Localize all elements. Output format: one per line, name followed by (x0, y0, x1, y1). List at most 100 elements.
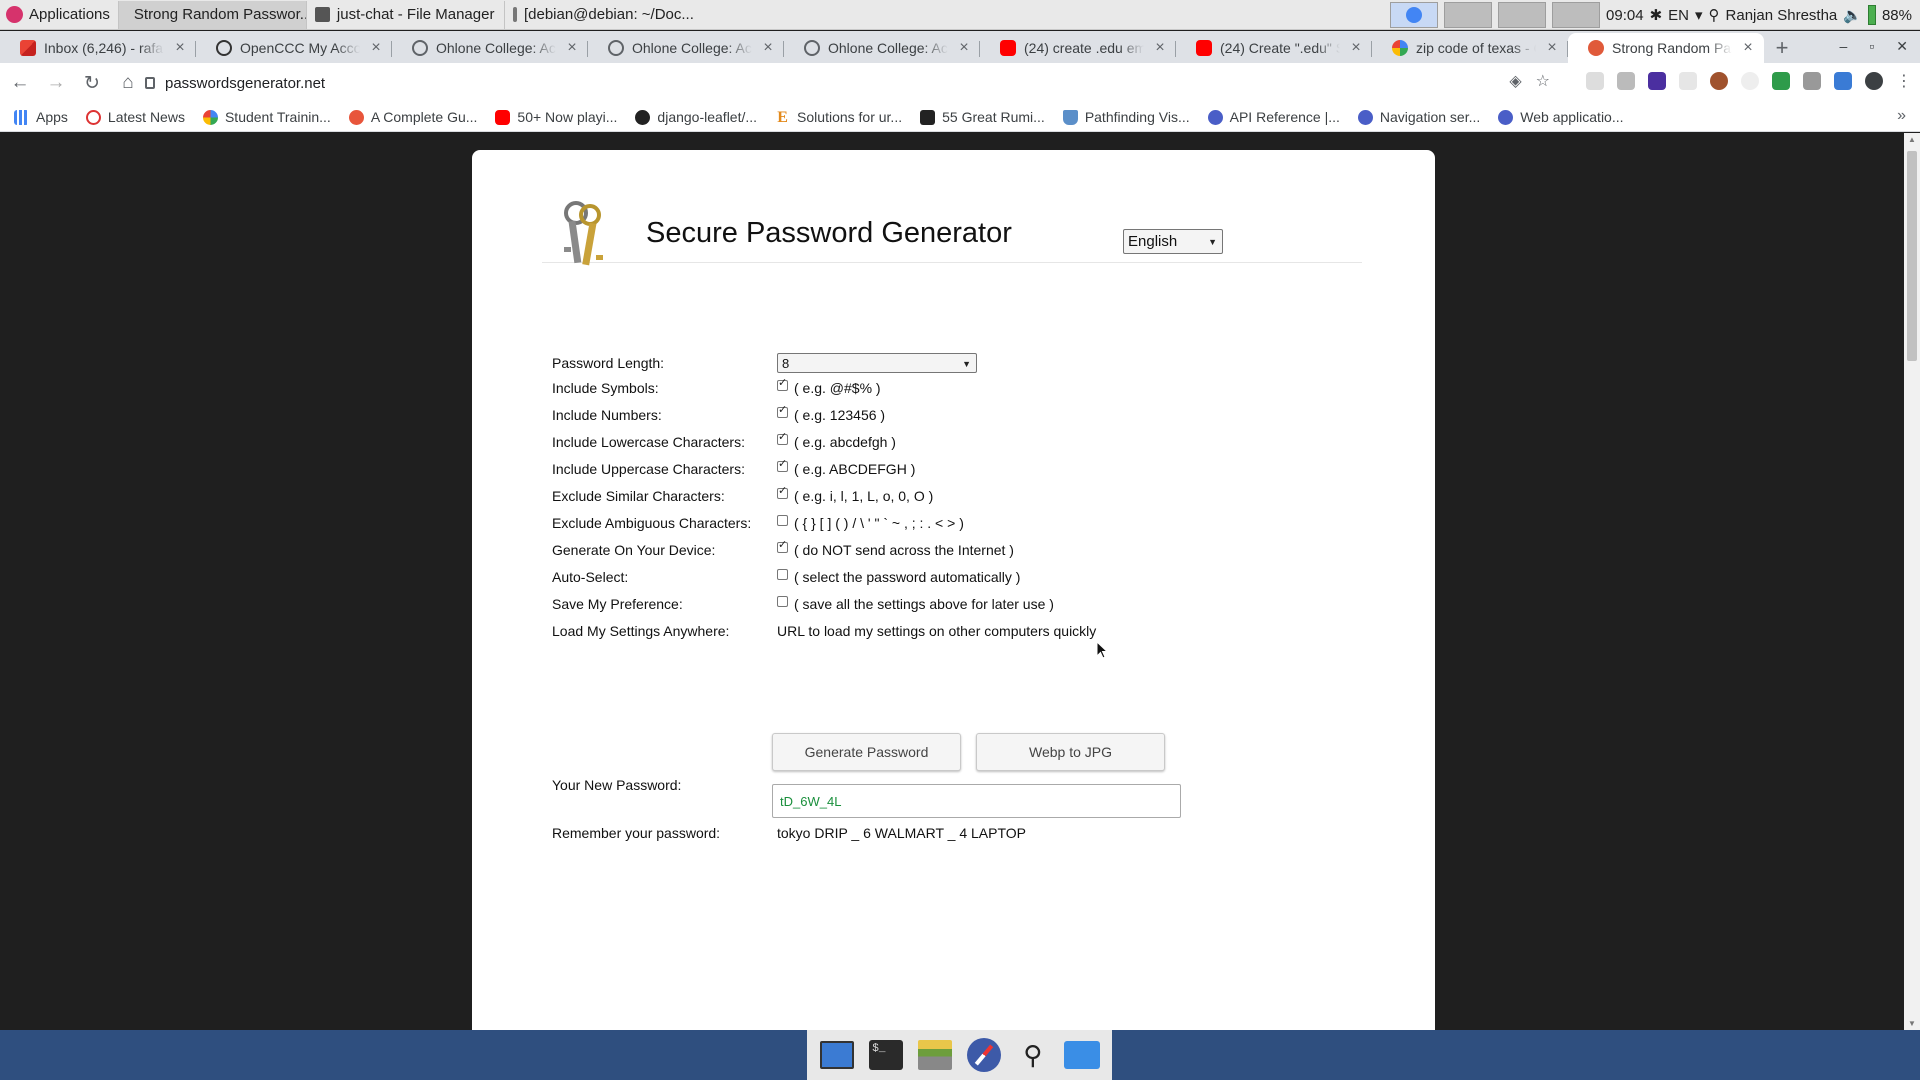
remember-password-label: Remember your password: (552, 825, 721, 841)
scroll-up-icon[interactable]: ▲ (1908, 135, 1916, 144)
bookmark-apps[interactable]: Apps (14, 109, 68, 125)
load-settings-link[interactable]: URL to load my settings on other compute… (777, 623, 1096, 639)
bookmark-web-application[interactable]: Web applicatio... (1498, 109, 1624, 125)
include-symbols-checkbox[interactable] (777, 376, 788, 391)
exclude-similar-checkbox[interactable] (777, 484, 788, 499)
bookmark-complete-guide[interactable]: A Complete Gu... (348, 109, 477, 125)
reload-icon[interactable]: ↻ (76, 67, 108, 99)
auto-select-checkbox[interactable] (777, 568, 788, 580)
language-select[interactable]: English ▼ (1123, 229, 1223, 254)
workspace-2[interactable] (1444, 2, 1493, 28)
close-icon[interactable]: × (1544, 39, 1560, 57)
close-icon[interactable]: × (760, 39, 776, 57)
close-icon[interactable]: × (1152, 39, 1168, 57)
extension-sun-icon[interactable] (1741, 72, 1759, 90)
close-window-icon[interactable]: ✕ (1896, 38, 1908, 55)
close-icon[interactable]: × (564, 39, 580, 57)
url-text[interactable]: passwordsgenerator.net (165, 75, 325, 92)
scrollbar-thumb[interactable] (1907, 151, 1917, 361)
user-name[interactable]: Ranjan Shrestha (1726, 7, 1838, 24)
generator-card: Secure Password Generator English ▼ Pass… (472, 150, 1435, 1030)
bookmark-django-leaflet[interactable]: django-leaflet/... (635, 109, 757, 125)
applications-menu-button[interactable]: Applications (0, 0, 118, 30)
menu-dots-icon[interactable]: ⋮ (1896, 71, 1912, 91)
close-icon[interactable]: × (1740, 39, 1756, 57)
incognito-icon[interactable]: ◈ (1509, 71, 1521, 91)
tab-ohlone-3[interactable]: Ohlone College: Acc × (784, 33, 980, 63)
keyboard-layout[interactable]: EN (1668, 7, 1689, 24)
address-bar[interactable]: passwordsgenerator.net (145, 67, 1530, 99)
include-numbers-checkbox[interactable] (777, 403, 788, 418)
tab-ohlone-1[interactable]: Ohlone College: Acc × (392, 33, 588, 63)
bookmark-student-training[interactable]: Student Trainin... (202, 109, 331, 125)
scroll-down-icon[interactable]: ▼ (1908, 1019, 1916, 1028)
include-lowercase-checkbox[interactable] (777, 430, 788, 445)
volume-icon[interactable]: 🔈 (1843, 6, 1862, 24)
wifi-icon[interactable]: ▾ (1695, 6, 1703, 24)
bluetooth-icon[interactable]: ✱ (1650, 6, 1663, 24)
taskbar-item-browser[interactable]: Strong Random Passwor... (117, 0, 306, 29)
save-preference-checkbox[interactable] (777, 595, 788, 607)
generate-on-device-checkbox[interactable] (777, 538, 788, 553)
webp-to-jpg-button[interactable]: Webp to JPG (976, 733, 1165, 771)
page-scrollbar[interactable]: ▲ ▼ (1904, 133, 1920, 1030)
extension-cloud-icon[interactable] (1586, 72, 1604, 90)
bookmark-latest-news[interactable]: Latest News (85, 109, 185, 125)
extension-person-icon[interactable] (1834, 72, 1852, 90)
bookmark-api-reference[interactable]: API Reference |... (1207, 109, 1340, 125)
extension-badge-icon[interactable] (1648, 72, 1666, 90)
dock-folder[interactable] (1063, 1037, 1100, 1073)
close-icon[interactable]: × (1348, 39, 1364, 57)
bookmark-solutions[interactable]: E Solutions for ur... (775, 109, 902, 125)
profile-avatar-icon[interactable] (1865, 72, 1883, 90)
forward-icon[interactable]: → (40, 67, 72, 99)
bookmark-now-playing[interactable]: 50+ Now playi... (495, 109, 617, 125)
extension-download-icon[interactable] (1617, 72, 1635, 90)
new-tab-button[interactable]: + (1764, 33, 1800, 63)
password-length-select[interactable]: 8 ▼ (777, 353, 977, 373)
extension-gear-icon[interactable] (1803, 72, 1821, 90)
dock-terminal[interactable]: $_ (868, 1037, 904, 1073)
workspace-4[interactable] (1552, 2, 1601, 28)
bookmark-star-icon[interactable]: ☆ (1536, 71, 1550, 91)
generate-password-button[interactable]: Generate Password (772, 733, 961, 771)
option-hint: ( e.g. i, l, 1, L, o, 0, O ) (794, 488, 934, 504)
close-icon[interactable]: × (956, 39, 972, 57)
bookmark-navigation[interactable]: Navigation ser... (1357, 109, 1480, 125)
tab-ohlone-2[interactable]: Ohlone College: Acc × (588, 33, 784, 63)
workspace-1[interactable] (1390, 2, 1439, 28)
tab-google-search[interactable]: zip code of texas - G × (1372, 33, 1568, 63)
minimize-icon[interactable]: – (1840, 38, 1848, 54)
dock-search[interactable]: ⚲ (1015, 1037, 1051, 1073)
workspace-3[interactable] (1498, 2, 1547, 28)
location-icon[interactable]: ⚲ (1709, 6, 1720, 24)
dock-file-manager[interactable] (917, 1037, 953, 1073)
exclude-ambiguous-checkbox[interactable] (777, 514, 788, 526)
extension-blank-icon[interactable] (1679, 72, 1697, 90)
close-icon[interactable]: × (172, 39, 188, 57)
home-icon[interactable]: ⌂ (112, 67, 144, 99)
include-uppercase-checkbox[interactable] (777, 457, 788, 472)
taskbar-item-file-manager[interactable]: just-chat - File Manager (305, 0, 504, 29)
taskbar-item-terminal[interactable]: [debian@debian: ~/Doc... (503, 0, 702, 29)
back-icon[interactable]: ← (4, 67, 36, 99)
bookmarks-overflow-icon[interactable]: » (1897, 107, 1906, 125)
tab-gmail[interactable]: Inbox (6,246) - rafa × (0, 33, 196, 63)
bookmark-pathfinding[interactable]: Pathfinding Vis... (1062, 109, 1190, 125)
new-password-field[interactable]: tD_6W_4L (772, 784, 1181, 818)
dock-web-browser[interactable] (966, 1037, 1002, 1073)
maximize-icon[interactable]: ▫ (1869, 38, 1874, 54)
tab-password-generator[interactable]: Strong Random Pas × (1568, 33, 1764, 63)
close-icon[interactable]: × (368, 39, 384, 57)
clock[interactable]: 09:04 (1606, 7, 1644, 24)
extension-cookie-icon[interactable] (1710, 72, 1728, 90)
tab-youtube-1[interactable]: (24) create .edu em × (980, 33, 1176, 63)
tab-openccc[interactable]: OpenCCC My Accou × (196, 33, 392, 63)
bookmark-rumi[interactable]: 55 Great Rumi... (920, 109, 1045, 125)
dock-show-desktop[interactable] (819, 1037, 855, 1073)
tab-youtube-2[interactable]: (24) Create ".edu" S × (1176, 33, 1372, 63)
lock-icon[interactable] (145, 77, 155, 89)
extension-recycle-icon[interactable] (1772, 72, 1790, 90)
apps-grid-icon (14, 109, 29, 125)
battery-icon[interactable] (1867, 5, 1876, 25)
